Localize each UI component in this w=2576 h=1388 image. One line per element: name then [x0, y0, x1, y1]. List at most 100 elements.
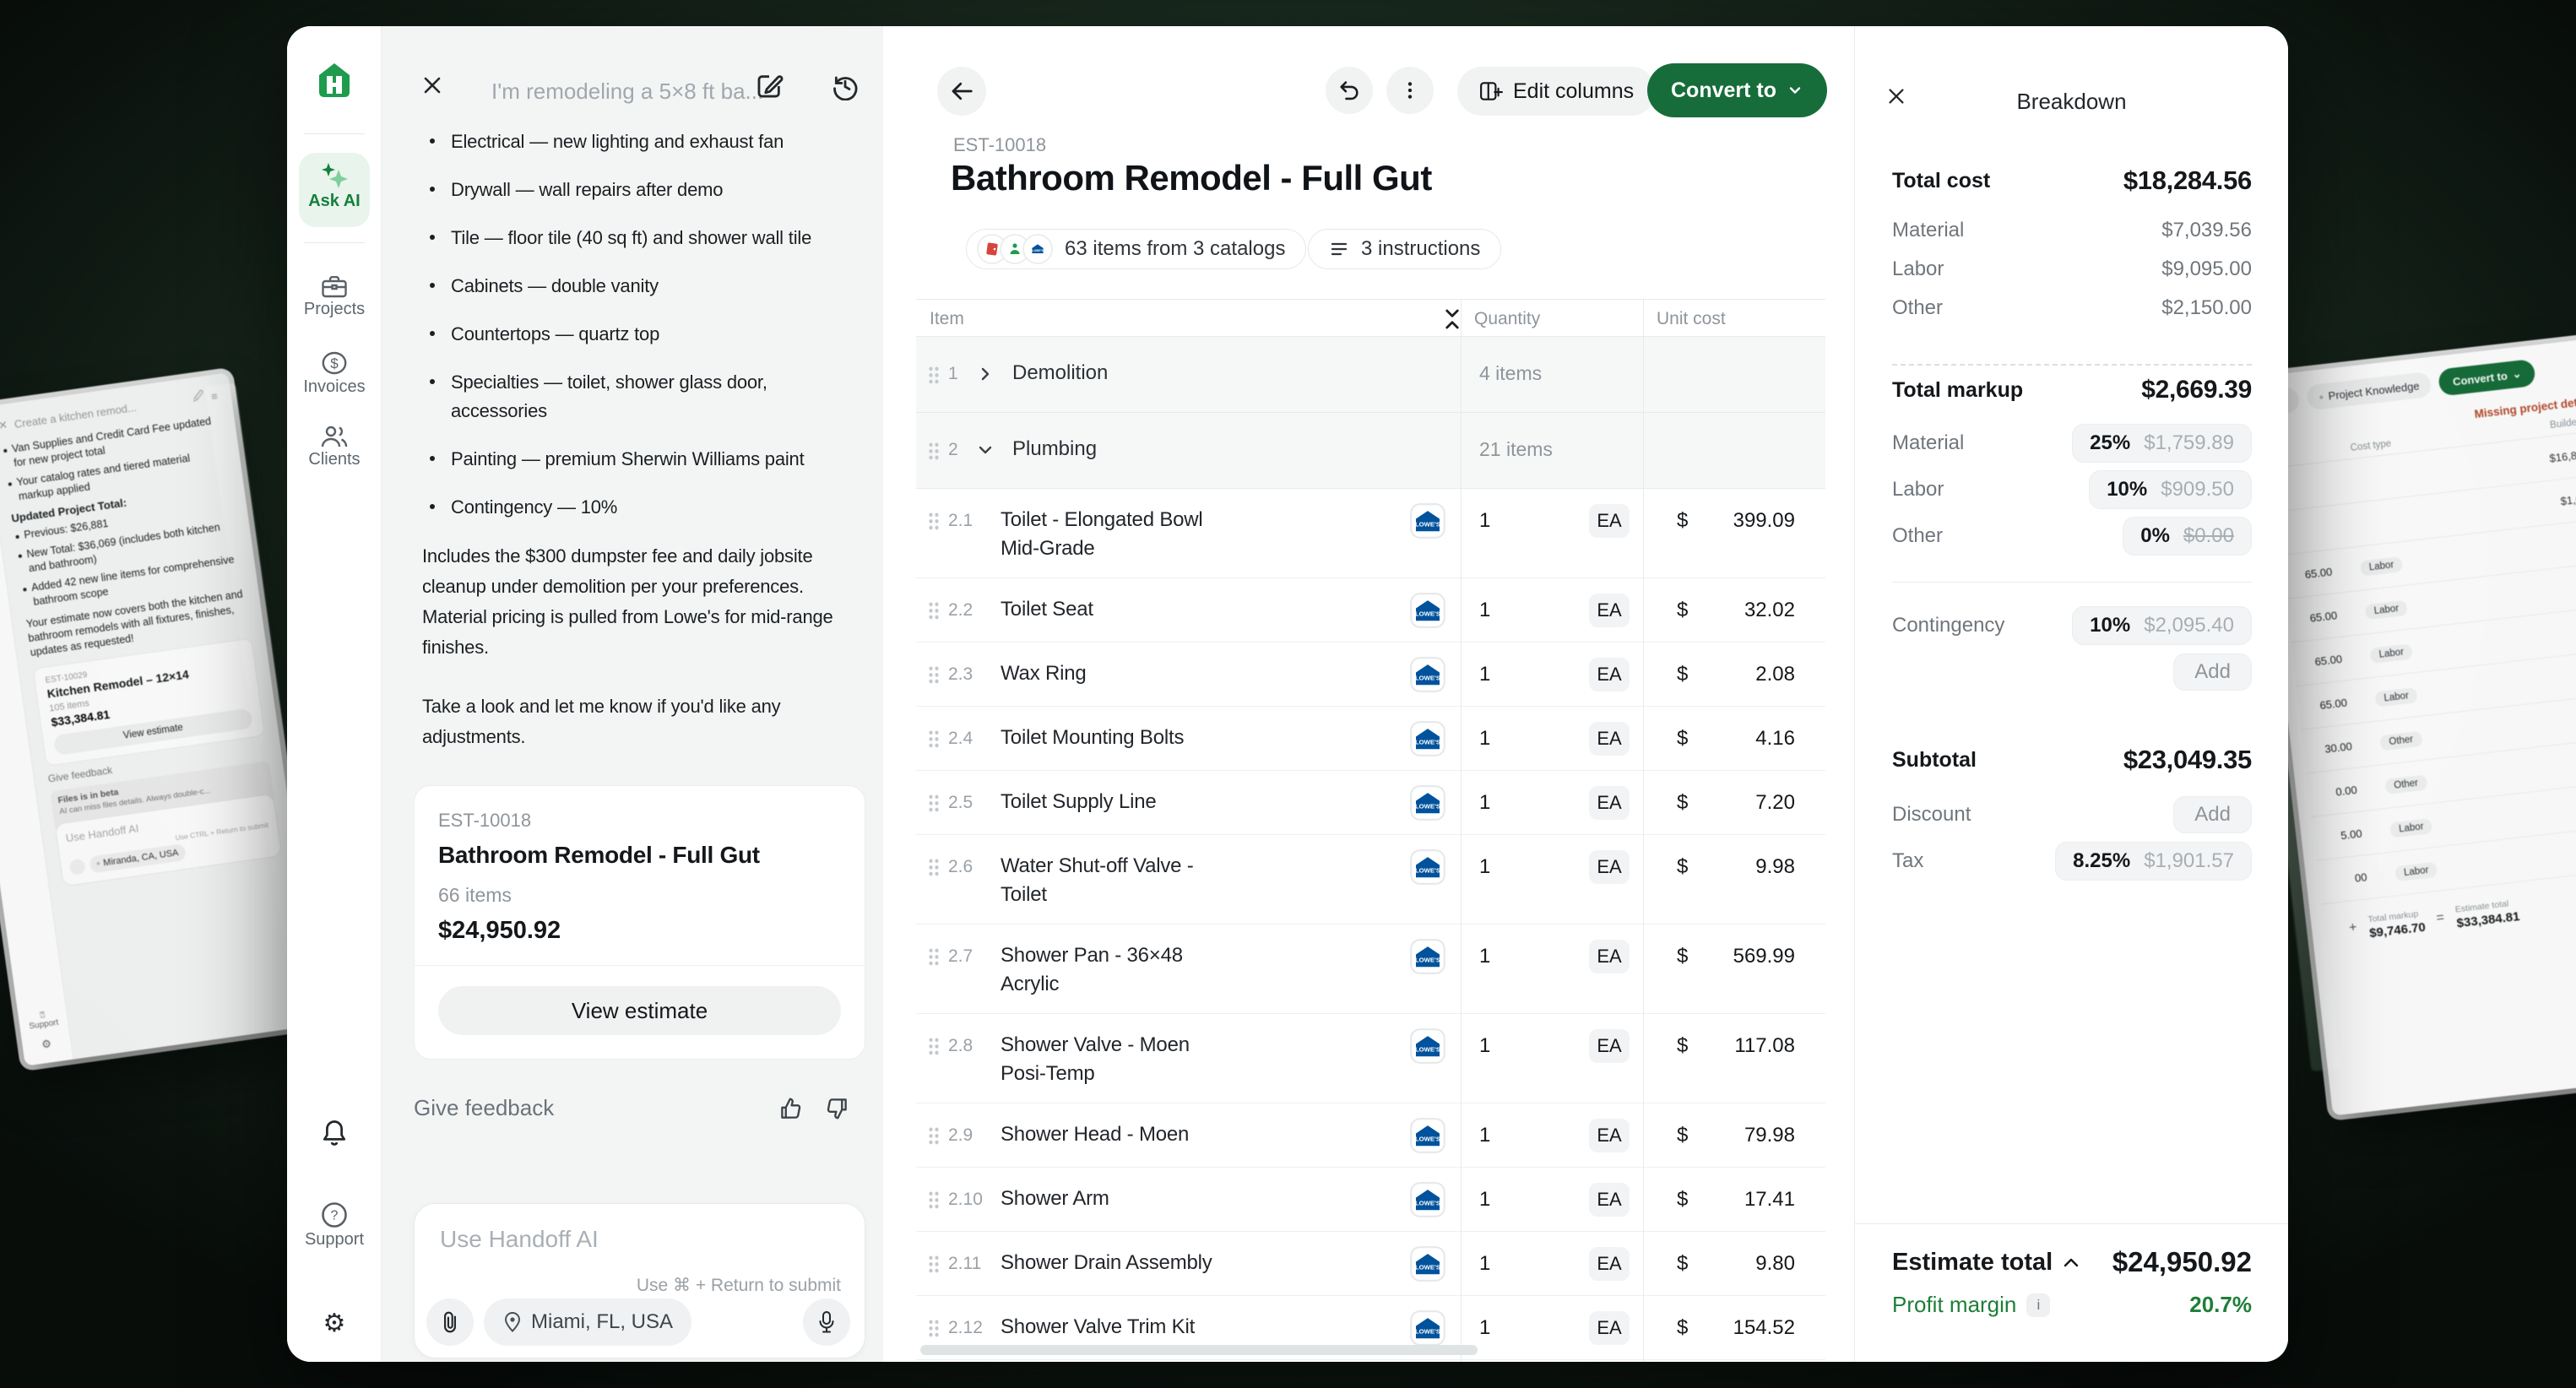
- view-estimate-button[interactable]: View estimate: [438, 986, 841, 1035]
- sidebar-item-support[interactable]: ? Support: [287, 1201, 382, 1250]
- unit-chip[interactable]: EA: [1589, 594, 1630, 627]
- quantity-value[interactable]: 1: [1479, 1034, 1490, 1058]
- unit-chip[interactable]: EA: [1589, 504, 1630, 538]
- quantity-value[interactable]: 1: [1479, 663, 1490, 686]
- unit-chip[interactable]: EA: [1589, 658, 1630, 691]
- drag-handle-icon[interactable]: [928, 1037, 940, 1056]
- unit-cost-value[interactable]: 399.09: [1643, 509, 1795, 533]
- back-button[interactable]: [937, 67, 986, 116]
- unit-chip[interactable]: EA: [1589, 722, 1630, 756]
- info-icon[interactable]: i: [2026, 1293, 2050, 1317]
- group-row[interactable]: 1Demolition4 items: [916, 337, 1825, 413]
- drag-handle-icon[interactable]: [928, 665, 940, 685]
- chevron-right-icon[interactable]: [977, 366, 994, 382]
- undo-button[interactable]: [1326, 67, 1373, 114]
- item-row[interactable]: 2.8Shower Valve - MoenPosi-Temp LOWE'S 1…: [916, 1014, 1825, 1103]
- quantity-value[interactable]: 1: [1479, 1188, 1490, 1212]
- group-toggle[interactable]: [977, 366, 994, 382]
- chat-close-button[interactable]: [420, 73, 444, 97]
- sidebar-item-invoices[interactable]: $ Invoices: [287, 350, 382, 397]
- unit-chip[interactable]: EA: [1589, 1029, 1630, 1063]
- estimate-total-row[interactable]: Estimate total $24,950.92: [1892, 1246, 2252, 1278]
- new-chat-button[interactable]: [755, 72, 784, 100]
- markup-input[interactable]: 0%$0.00: [2123, 517, 2252, 556]
- add-button[interactable]: Add: [2173, 653, 2252, 691]
- drag-handle-icon[interactable]: [928, 794, 940, 813]
- unit-chip[interactable]: EA: [1589, 1183, 1630, 1217]
- unit-chip[interactable]: EA: [1589, 940, 1630, 973]
- drag-handle-icon[interactable]: [928, 512, 940, 531]
- unit-chip[interactable]: EA: [1589, 1247, 1630, 1281]
- unit-cost-value[interactable]: 7.20: [1643, 791, 1795, 815]
- notifications-button[interactable]: [287, 1120, 382, 1147]
- chevron-down-icon[interactable]: [977, 442, 994, 458]
- group-row[interactable]: 2Plumbing21 items: [916, 413, 1825, 489]
- drag-handle-icon[interactable]: [928, 366, 940, 385]
- unit-cost-value[interactable]: 2.08: [1643, 663, 1795, 686]
- add-discount-button[interactable]: Add: [2173, 796, 2252, 833]
- item-row[interactable]: 2.10Shower Arm LOWE'S 1EA$17.41: [916, 1168, 1825, 1232]
- drag-handle-icon[interactable]: [928, 1319, 940, 1338]
- convert-to-button[interactable]: Convert to: [1647, 63, 1827, 117]
- item-row[interactable]: 2.5Toilet Supply Line LOWE'S 1EA$7.20: [916, 771, 1825, 835]
- drag-handle-icon[interactable]: [928, 858, 940, 877]
- drag-handle-icon[interactable]: [928, 1255, 940, 1274]
- item-row[interactable]: 2.7Shower Pan - 36×48Acrylic LOWE'S 1EA$…: [916, 924, 1825, 1014]
- location-chip[interactable]: Miami, FL, USA: [484, 1299, 691, 1346]
- quantity-value[interactable]: 1: [1479, 1252, 1490, 1276]
- item-row[interactable]: 2.2Toilet Seat LOWE'S 1EA$32.02: [916, 578, 1825, 642]
- sidebar-item-clients[interactable]: Clients: [287, 425, 382, 469]
- unit-chip[interactable]: EA: [1589, 850, 1630, 884]
- markup-input[interactable]: 25%$1,759.89: [2072, 424, 2252, 463]
- edit-columns-button[interactable]: Edit columns: [1457, 67, 1656, 116]
- unit-cost-value[interactable]: 4.16: [1643, 727, 1795, 751]
- quantity-value[interactable]: 1: [1479, 509, 1490, 533]
- item-row[interactable]: 2.11Shower Drain Assembly LOWE'S 1EA$9.8…: [916, 1232, 1825, 1296]
- contingency-input[interactable]: 10% $2,095.40: [2072, 606, 2252, 645]
- thumbs-up-icon[interactable]: [778, 1096, 804, 1121]
- catalogs-badge[interactable]: LOWE'S 63 items from 3 catalogs: [966, 229, 1306, 269]
- unit-cost-value[interactable]: 9.80: [1643, 1252, 1795, 1276]
- attach-button[interactable]: [426, 1299, 474, 1346]
- drag-handle-icon[interactable]: [928, 442, 940, 461]
- unit-cost-value[interactable]: 79.98: [1643, 1124, 1795, 1147]
- item-row[interactable]: 2.3Wax Ring LOWE'S 1EA$2.08: [916, 642, 1825, 707]
- give-feedback-link[interactable]: Give feedback: [414, 1095, 554, 1121]
- sidebar-item-projects[interactable]: Projects: [287, 276, 382, 319]
- item-row[interactable]: 2.1Toilet - Elongated BowlMid-Grade LOWE…: [916, 489, 1825, 578]
- unit-cost-value[interactable]: 17.41: [1643, 1188, 1795, 1212]
- unit-cost-value[interactable]: 117.08: [1643, 1034, 1795, 1058]
- unit-cost-value[interactable]: 154.52: [1643, 1316, 1795, 1340]
- voice-input-button[interactable]: [803, 1299, 850, 1346]
- quantity-value[interactable]: 1: [1479, 1316, 1490, 1340]
- thumbs-down-icon[interactable]: [824, 1096, 849, 1121]
- quantity-value[interactable]: 1: [1479, 791, 1490, 815]
- item-row[interactable]: 2.9Shower Head - Moen LOWE'S 1EA$79.98: [916, 1103, 1825, 1168]
- instructions-badge[interactable]: 3 instructions: [1308, 229, 1501, 269]
- unit-chip[interactable]: EA: [1589, 786, 1630, 820]
- chat-thread-title[interactable]: I'm remodeling a 5×8 ft ba...: [491, 79, 763, 105]
- unit-cost-value[interactable]: 32.02: [1643, 599, 1795, 622]
- unit-chip[interactable]: EA: [1589, 1119, 1630, 1152]
- drag-handle-icon[interactable]: [928, 1190, 940, 1210]
- drag-handle-icon[interactable]: [928, 1126, 940, 1146]
- quantity-value[interactable]: 1: [1479, 855, 1490, 879]
- item-row[interactable]: 2.6Water Shut-off Valve -Toilet LOWE'S 1…: [916, 835, 1825, 924]
- chat-input-box[interactable]: Use Handoff AI Use ⌘ + Return to submit …: [414, 1203, 865, 1358]
- group-toggle[interactable]: [977, 442, 994, 458]
- sidebar-item-ask-ai[interactable]: Ask AI: [299, 153, 370, 227]
- item-row[interactable]: 2.4Toilet Mounting Bolts LOWE'S 1EA$4.16: [916, 707, 1825, 771]
- more-options-button[interactable]: [1386, 67, 1434, 114]
- drag-handle-icon[interactable]: [928, 601, 940, 621]
- drag-handle-icon[interactable]: [928, 947, 940, 967]
- horizontal-scrollbar[interactable]: [920, 1345, 1478, 1355]
- unit-cost-value[interactable]: 569.99: [1643, 945, 1795, 968]
- markup-input[interactable]: 10%$909.50: [2089, 470, 2252, 509]
- unit-chip[interactable]: EA: [1589, 1311, 1630, 1345]
- unit-cost-value[interactable]: 9.98: [1643, 855, 1795, 879]
- settings-button[interactable]: ⚙: [287, 1311, 382, 1336]
- quantity-value[interactable]: 1: [1479, 945, 1490, 968]
- quantity-value[interactable]: 1: [1479, 1124, 1490, 1147]
- drag-handle-icon[interactable]: [928, 729, 940, 749]
- quantity-value[interactable]: 1: [1479, 599, 1490, 622]
